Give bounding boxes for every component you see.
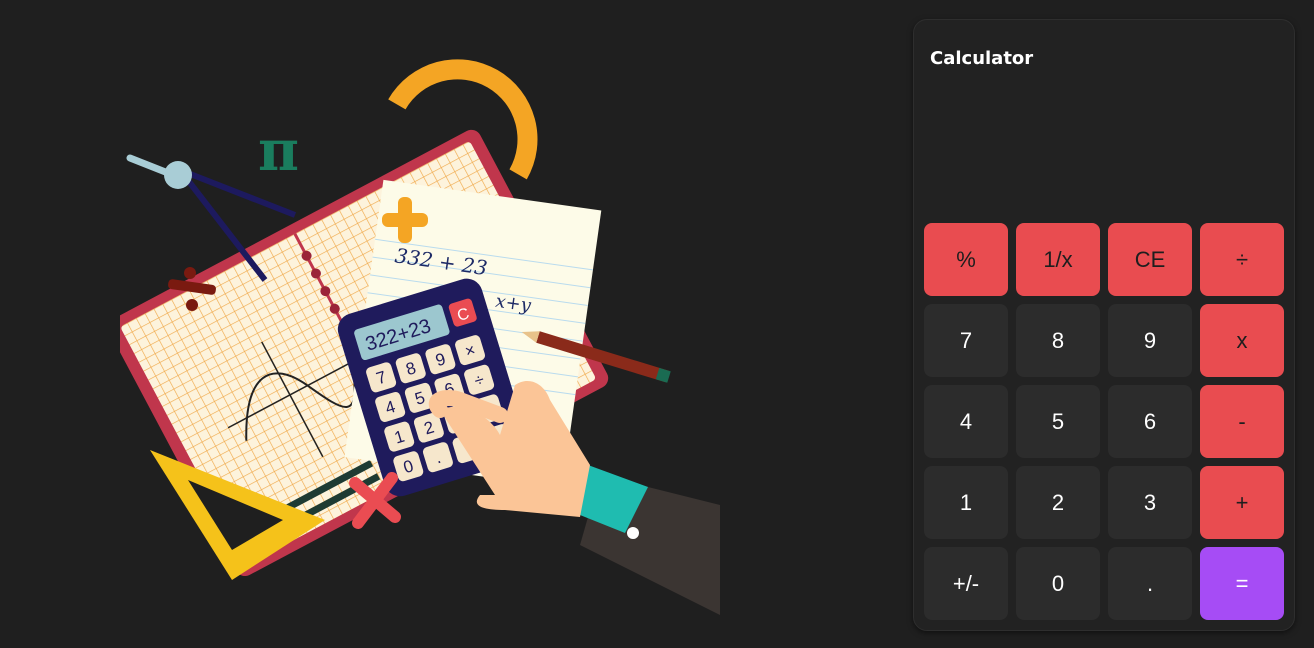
key-decimal[interactable]: . bbox=[1108, 547, 1192, 620]
key-4[interactable]: 4 bbox=[924, 385, 1008, 458]
math-illustration: π 332 + 23 x+y 322+23 C 7 8 9 ×4 5 6 ÷1 … bbox=[120, 59, 720, 615]
key-6[interactable]: 6 bbox=[1108, 385, 1192, 458]
key-add[interactable]: + bbox=[1200, 466, 1284, 539]
key-7[interactable]: 7 bbox=[924, 304, 1008, 377]
calculator-title: Calculator bbox=[930, 48, 1034, 69]
calculator-keypad: % 1/x CE ÷ 7 8 9 x 4 5 6- 1 2 3 + +/- 0. = bbox=[924, 223, 1284, 620]
calculator-display bbox=[936, 140, 1276, 200]
key-equals[interactable]: = bbox=[1200, 547, 1284, 620]
key-2[interactable]: 2 bbox=[1016, 466, 1100, 539]
key-clear-entry[interactable]: CE bbox=[1108, 223, 1192, 296]
key-9[interactable]: 9 bbox=[1108, 304, 1192, 377]
pi-symbol: π bbox=[258, 118, 299, 184]
key-reciprocal[interactable]: 1/x bbox=[1016, 223, 1100, 296]
key-1[interactable]: 1 bbox=[924, 466, 1008, 539]
key-multiply[interactable]: x bbox=[1200, 304, 1284, 377]
hand bbox=[428, 380, 720, 615]
key-subtract[interactable]: - bbox=[1200, 385, 1284, 458]
calculator-panel: Calculator % 1/x CE ÷ 7 8 9 x 4 5 6- 1 2 3 + +/- 0. = bbox=[913, 19, 1295, 631]
key-5[interactable]: 5 bbox=[1016, 385, 1100, 458]
key-3[interactable]: 3 bbox=[1108, 466, 1192, 539]
key-percent[interactable]: % bbox=[924, 223, 1008, 296]
key-divide[interactable]: ÷ bbox=[1200, 223, 1284, 296]
key-8[interactable]: 8 bbox=[1016, 304, 1100, 377]
key-0[interactable]: 0 bbox=[1016, 547, 1100, 620]
key-negate[interactable]: +/- bbox=[924, 547, 1008, 620]
